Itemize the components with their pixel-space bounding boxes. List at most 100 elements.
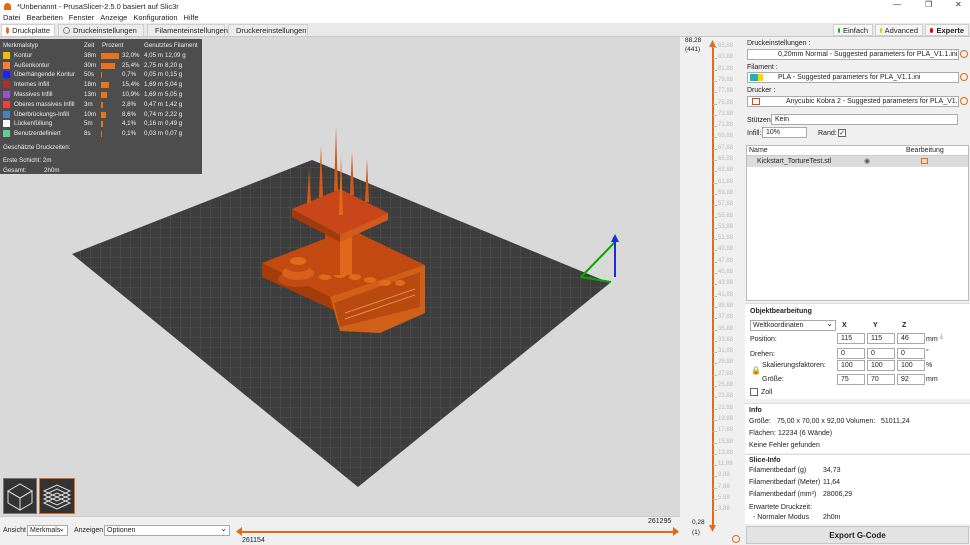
size-z-input[interactable]: 92 [897,374,925,385]
legend-row[interactable]: Außenkontur 30m 25,4% 2,75 m 8,20 g [2,61,200,71]
position-y-input[interactable]: 115 [867,333,895,344]
scale-y-input[interactable]: 100 [867,360,895,371]
header-percent: Prozent [102,42,124,49]
layer-tick-mark [713,114,717,116]
minimize-button[interactable]: — [893,0,901,9]
volume-label: Volumen: [846,418,876,425]
tab-print-settings[interactable]: Druckeinstellungen [58,24,144,36]
legend-percent-bar [101,111,106,118]
preview-button[interactable] [39,478,75,514]
layer-tick-mark [713,250,717,252]
legend-feature: Kontur [14,51,33,59]
moves-slider-left-thumb[interactable] [236,527,242,536]
menu-configuration[interactable]: Konfiguration [133,13,177,22]
position-z-input[interactable]: 46 [897,333,925,344]
layer-tick-mark [713,193,717,195]
tab-printer-settings[interactable]: Druckereinstellungen [228,24,308,36]
legend-row[interactable]: Kontur 38m 32,0% 4,05 m 12,09 g [2,51,200,61]
menu-view[interactable]: Anzeige [100,13,127,22]
legend-row[interactable]: Benutzerdefiniert 8s 0,1% 0,03 m 0,07 g [2,129,200,139]
filament-grams-value: 34,73 [823,467,841,474]
size-unit: mm [926,376,938,383]
edit-icon[interactable] [921,158,928,164]
coordinate-system-select[interactable]: Weltkoordinaten [750,320,836,331]
filament-select[interactable]: PLA - Suggested parameters for PLA_V1.1.… [747,72,959,83]
printer-select[interactable]: Anycubic Kobra 2 - Suggested parameters … [747,96,959,107]
infill-select[interactable]: 10% [762,127,807,138]
size-x-input[interactable]: 75 [837,374,865,385]
legend-feature: Internes Infill [14,81,50,89]
layer-tick-label: 19,88 [718,415,734,422]
filament-grams-label: Filamentbedarf (g) [749,467,807,474]
lock-icon[interactable]: 🔒 [751,366,761,375]
layer-tick-label: 57,88 [718,201,734,208]
object-row[interactable]: Kickstart_TortureTest.stl ◉ [747,156,968,167]
printer-gear-icon[interactable] [960,97,968,105]
scale-x-input[interactable]: 100 [837,360,865,371]
layer-tick-mark [713,273,717,274]
facets-value: 12234 (6 Wände) [778,430,833,437]
legend-time: 18m [84,81,97,89]
size-y-input[interactable]: 70 [867,374,895,385]
brim-checkbox[interactable]: ✓ [838,129,846,137]
mode-label: Einfach [842,25,868,35]
close-button[interactable]: ✕ [955,0,962,9]
drop-to-bed-icon[interactable]: ⤓ [940,333,943,341]
gear-icon [63,27,70,34]
layer-tick-label: 85,88 [718,43,734,49]
inch-checkbox[interactable] [750,388,758,396]
moves-slider-track[interactable] [238,531,678,533]
show-options-select[interactable]: Optionen [104,525,230,536]
moves-slider-min: 261154 [242,537,265,544]
rotation-y-input[interactable]: 0 [867,348,895,359]
layer-slider[interactable]: 88,28 (441) 85,88 83,88 81,88 79,88 77,88 75,… [680,37,745,545]
menu-help[interactable]: Hilfe [184,13,199,22]
legend-row[interactable]: Lückenfüllung 5m 4,1% 0,16 m 0,49 g [2,119,200,129]
rotation-z-input[interactable]: 0 [897,348,925,359]
menu-file[interactable]: Datei [3,13,21,22]
legend-filament-g: 2,22 g [165,110,183,118]
mode-expert-button[interactable]: Experte [925,24,969,36]
legend-row[interactable]: Massives Infill 13m 10,9% 1,69 m 5,05 g [2,90,200,100]
brim-label: Rand: [818,130,837,137]
rotation-x-input[interactable]: 0 [837,348,865,359]
supports-select[interactable]: Kein [771,114,958,125]
column-name: Name [749,147,768,154]
mode-advanced-button[interactable]: Advanced [875,24,923,36]
position-x-input[interactable]: 115 [837,333,865,344]
legend-filament-m: 0,74 m [144,110,163,118]
layer-tick-label: 13,88 [718,449,734,456]
legend-percent: 8,6% [122,110,137,118]
print-settings-gear-icon[interactable] [960,50,968,58]
info-size-label: Größe: [749,418,771,425]
legend-row[interactable]: Überhängende Kontur 50s 0,7% 0,05 m 0,15 g [2,70,200,80]
layer-settings-gear-icon[interactable] [732,535,740,543]
legend-row[interactable]: Internes Infill 18m 15,4% 1,69 m 5,04 g [2,80,200,90]
cube-icon [7,483,33,511]
legend-filament-m: 4,05 m [144,51,163,59]
eye-icon[interactable]: ◉ [864,157,870,165]
export-gcode-button[interactable]: Export G-Code [746,526,969,544]
tab-filament-settings[interactable]: Filamenteinstellungen [147,24,228,36]
3d-view-button[interactable] [3,478,37,514]
layer-tick-label: 39,88 [718,302,734,309]
print-settings-select[interactable]: 0,20mm Normal - Suggested parameters for… [747,49,959,60]
layer-upper-thumb[interactable] [709,40,716,47]
mode-simple-button[interactable]: Einfach [833,24,873,36]
filament-label: Filament : [747,64,778,71]
tab-plater[interactable]: Druckplatte [1,24,55,36]
rotation-unit: ° [926,349,929,356]
menu-window[interactable]: Fenster [69,13,94,22]
legend-percent-bar [101,121,103,128]
legend-row[interactable]: Oberes massives Infill 3m 2,8% 0,47 m 1,42 g [2,100,200,110]
maximize-button[interactable]: ❐ [925,0,932,9]
tab-label: Druckereinstellungen [236,26,307,35]
scale-z-input[interactable]: 100 [897,360,925,371]
legend-row[interactable]: Überbrückungs-Infill 10m 8,6% 0,74 m 2,22 g [2,110,200,120]
view-type-select[interactable]: Merkmals [27,525,68,536]
moves-slider-right-thumb[interactable] [673,527,679,536]
layer-lower-thumb[interactable] [709,525,716,532]
first-layer-time: Erste Schicht: 2m [3,156,52,164]
menu-edit[interactable]: Bearbeiten [27,13,63,22]
filament-gear-icon[interactable] [960,73,968,81]
